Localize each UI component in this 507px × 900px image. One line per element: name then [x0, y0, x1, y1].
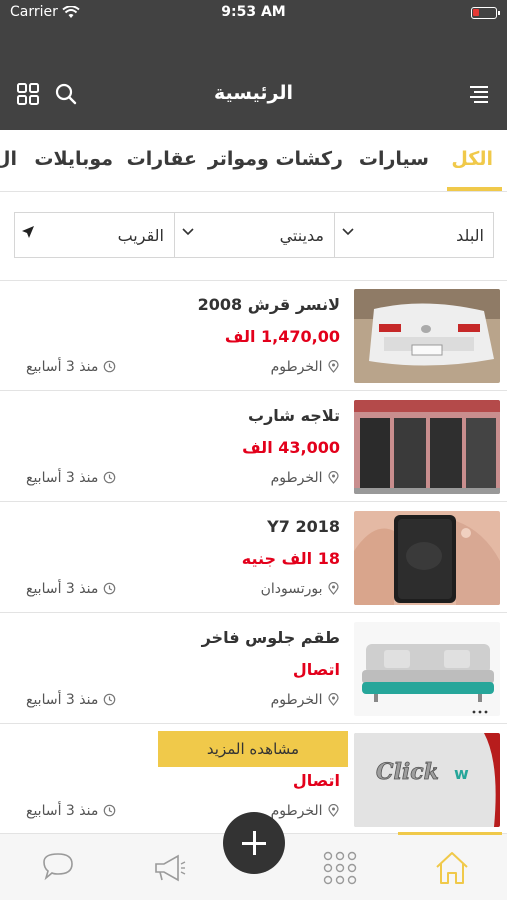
nearby-filter[interactable]: القريب [15, 213, 174, 257]
listing-location: الخرطوم [271, 470, 340, 486]
listing-location-text: الخرطوم [270, 359, 323, 375]
megaphone-icon[interactable] [148, 848, 188, 888]
listing-price: 18 الف جنيه [241, 549, 340, 568]
tab-cars[interactable]: سيارات [359, 148, 429, 170]
category-tabs: الكل سيارات ركشات ومواتر عقارات موبايلات… [0, 130, 507, 192]
chat-bubble-icon[interactable] [38, 848, 78, 888]
tab-rickshaws-motorcycles[interactable]: ركشات ومواتر [208, 148, 343, 170]
status-bar: Carrier 9:53 AM [0, 4, 507, 24]
clock-icon [103, 804, 116, 817]
active-tab-indicator [447, 187, 502, 191]
add-listing-button[interactable] [223, 812, 285, 874]
listing-title: طقم جلوس فاخر [201, 628, 340, 647]
location-arrow-icon [22, 226, 34, 238]
listing-photo [354, 511, 500, 605]
listing-location: بورتسودان [261, 581, 340, 597]
listing-item[interactable]: تلاجه شارب 43,000 الف الخرطوم منذ 3 أساب… [0, 392, 507, 502]
hamburger-menu-icon[interactable] [465, 80, 493, 108]
listing-location-text: بورتسودان [260, 581, 323, 597]
listing-item[interactable]: Y7 2018 18 الف جنيه بورتسودان منذ 3 أساب… [0, 503, 507, 613]
listing-time: منذ 3 أسابيع [26, 692, 116, 708]
listing-item[interactable]: لانسر قرش 2008 1,470,00 الف الخرطوم منذ … [0, 281, 507, 391]
listing-photo [354, 622, 500, 716]
listing-time: منذ 3 أسابيع [26, 581, 116, 597]
filter-bar: البلد مدينتي القريب [14, 212, 494, 258]
listing-title: Y7 2018 [267, 517, 340, 536]
clock-icon [103, 582, 116, 595]
listing-price: 43,000 الف [242, 438, 340, 457]
map-pin-icon [328, 582, 339, 595]
listing-title: تلاجه شارب [248, 406, 340, 425]
listing-time: منذ 3 أسابيع [26, 359, 116, 375]
tab-real-estate[interactable]: عقارات [127, 148, 197, 170]
clock-icon [103, 360, 116, 373]
listing-location-text: الخرطوم [270, 803, 323, 819]
tab-more-partial[interactable]: ال [0, 148, 17, 170]
tab-mobiles[interactable]: موبايلات [34, 148, 113, 170]
listing-photo [354, 289, 500, 383]
active-nav-indicator [398, 832, 502, 835]
map-pin-icon [328, 360, 339, 373]
listing-title: لانسر قرش 2008 [197, 295, 340, 314]
view-more-button[interactable]: مشاهده المزيد [158, 731, 348, 767]
clock-icon [103, 471, 116, 484]
chevron-down-icon [342, 228, 354, 236]
clock-icon [103, 693, 116, 706]
listing-location: الخرطوم [271, 359, 340, 375]
listing-time: منذ 3 أسابيع [26, 470, 116, 486]
listing-time-text: منذ 3 أسابيع [26, 692, 99, 708]
map-pin-icon [328, 471, 339, 484]
listing-photo: Click w [354, 733, 500, 827]
tab-all[interactable]: الكل [451, 148, 493, 170]
listing-location: الخرطوم [271, 803, 340, 819]
map-pin-icon [328, 804, 339, 817]
status-time: 9:53 AM [221, 4, 286, 20]
page-title: الرئيسية [214, 82, 293, 104]
city-filter-label: مدينتي [279, 226, 324, 245]
listing-time-text: منذ 3 أسابيع [26, 359, 99, 375]
svg-text:w: w [454, 764, 469, 783]
listing-location-text: الخرطوم [270, 692, 323, 708]
listing-time: منذ 3 أسابيع [26, 803, 116, 819]
listing-price: اتصال [292, 771, 340, 790]
listing-price: اتصال [292, 660, 340, 679]
city-filter[interactable]: مدينتي [174, 213, 335, 257]
listing-item[interactable]: طقم جلوس فاخر اتصال الخرطوم منذ 3 أسابيع [0, 614, 507, 724]
apps-grid-icon[interactable] [320, 848, 360, 888]
listing-price: 1,470,00 الف [224, 327, 340, 346]
battery-icon [471, 7, 500, 19]
listing-location-text: الخرطوم [270, 470, 323, 486]
home-icon[interactable] [432, 848, 472, 888]
app-header: Carrier 9:53 AM الرئيسية [0, 0, 507, 130]
map-pin-icon [328, 693, 339, 706]
listing-time-text: منذ 3 أسابيع [26, 470, 99, 486]
listing-photo [354, 400, 500, 494]
country-filter-label: البلد [456, 226, 484, 245]
country-filter[interactable]: البلد [335, 213, 494, 257]
nearby-filter-label: القريب [117, 226, 164, 245]
listing-time-text: منذ 3 أسابيع [26, 581, 99, 597]
listing-time-text: منذ 3 أسابيع [26, 803, 99, 819]
listing-location: الخرطوم [271, 692, 340, 708]
svg-text:Click: Click [376, 759, 439, 785]
chevron-down-icon [182, 228, 194, 236]
